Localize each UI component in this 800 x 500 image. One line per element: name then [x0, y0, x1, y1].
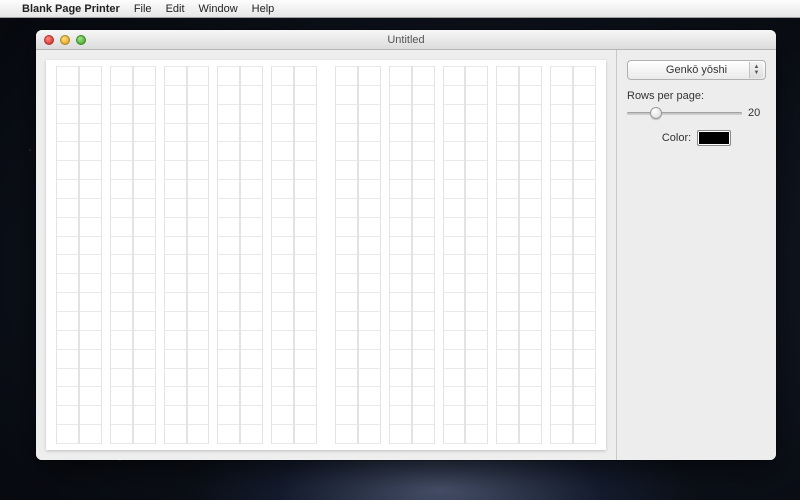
template-select[interactable]: Genkō yōshi ▲▼: [627, 60, 766, 80]
inspector-sidebar: Genkō yōshi ▲▼ Rows per page: 20 Color:: [616, 50, 776, 460]
system-menubar: Blank Page Printer File Edit Window Help: [0, 0, 800, 18]
menu-file[interactable]: File: [134, 3, 152, 15]
template-select-value: Genkō yōshi: [666, 64, 727, 76]
rows-label: Rows per page:: [627, 90, 766, 102]
document-window: Untitled Genkō yōshi ▲▼ Rows per page: 2…: [36, 30, 776, 460]
window-titlebar[interactable]: Untitled: [36, 30, 776, 50]
genko-grid: [56, 66, 596, 444]
rows-control: Rows per page: 20: [627, 90, 766, 120]
rows-value: 20: [748, 107, 766, 119]
slider-thumb[interactable]: [650, 107, 662, 119]
menu-window[interactable]: Window: [199, 3, 238, 15]
window-title: Untitled: [36, 34, 776, 46]
page-preview: [46, 60, 606, 450]
color-control: Color:: [627, 130, 766, 146]
rows-slider[interactable]: [627, 106, 742, 120]
menu-edit[interactable]: Edit: [166, 3, 185, 15]
updown-arrows-icon: ▲▼: [749, 62, 763, 78]
menu-help[interactable]: Help: [252, 3, 275, 15]
app-name-menu[interactable]: Blank Page Printer: [22, 3, 120, 15]
page-preview-pane: [36, 50, 616, 460]
color-label: Color:: [662, 132, 691, 144]
color-well[interactable]: [697, 130, 731, 146]
